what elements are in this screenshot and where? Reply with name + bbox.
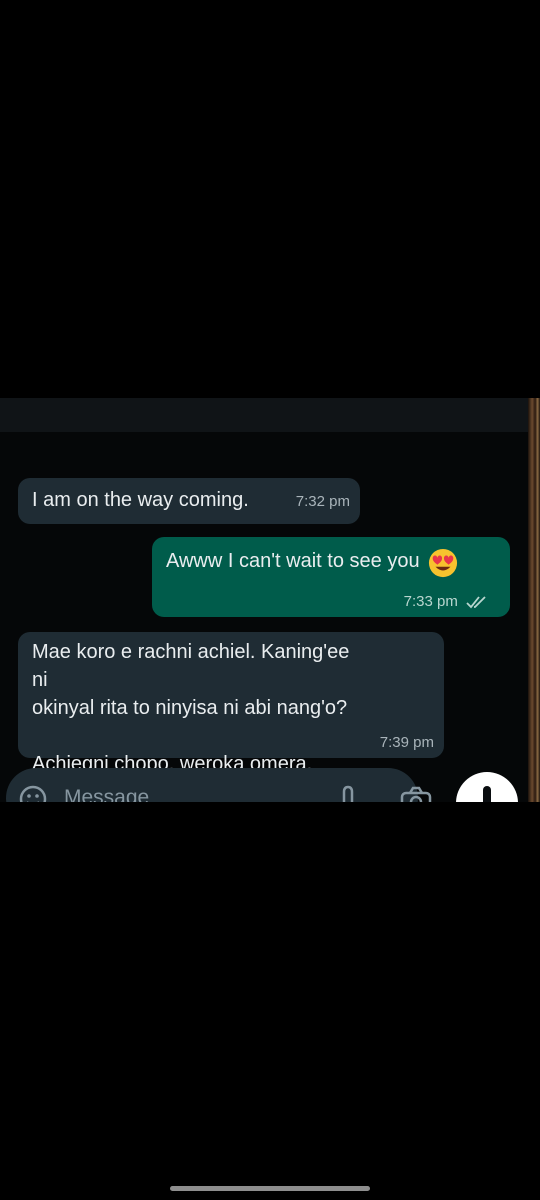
attach-icon[interactable] bbox=[336, 784, 360, 802]
heart-eyes-emoji-icon bbox=[428, 548, 458, 577]
message-composer[interactable]: Message bbox=[6, 768, 432, 802]
message-bubble-incoming[interactable]: Mae koro e rachni achiel. Kaning'ee ni o… bbox=[18, 632, 444, 775]
message-input[interactable]: Message bbox=[64, 786, 149, 802]
page: I am on the way coming. 7:32 pm Awww I c… bbox=[0, 0, 540, 1200]
background-edge bbox=[528, 398, 540, 802]
mic-button[interactable] bbox=[456, 772, 518, 802]
chat-header bbox=[0, 398, 528, 432]
message-text: I am on the way coming. bbox=[32, 489, 249, 511]
message-text: Mae koro e rachni achiel. Kaning'ee ni o… bbox=[32, 641, 350, 775]
camera-icon[interactable] bbox=[400, 786, 432, 802]
home-indicator[interactable] bbox=[170, 1186, 370, 1191]
message-bubble-incoming[interactable]: I am on the way coming. 7:32 pm bbox=[18, 478, 360, 524]
message-time: 7:33 pm bbox=[404, 593, 488, 610]
message-time: 7:39 pm bbox=[379, 734, 434, 751]
chat-screenshot: I am on the way coming. 7:32 pm Awww I c… bbox=[0, 398, 540, 802]
mic-icon bbox=[483, 786, 491, 802]
message-bubble-outgoing[interactable]: Awww I can't wait to see you 7:33 pm bbox=[152, 537, 510, 617]
message-time-text: 7:33 pm bbox=[403, 593, 458, 610]
emoji-icon[interactable] bbox=[18, 784, 48, 802]
message-text: Awww I can't wait to see you bbox=[166, 550, 420, 572]
message-body: Awww I can't wait to see you bbox=[166, 547, 458, 578]
message-time: 7:32 pm bbox=[295, 493, 350, 510]
double-check-icon bbox=[466, 596, 486, 609]
